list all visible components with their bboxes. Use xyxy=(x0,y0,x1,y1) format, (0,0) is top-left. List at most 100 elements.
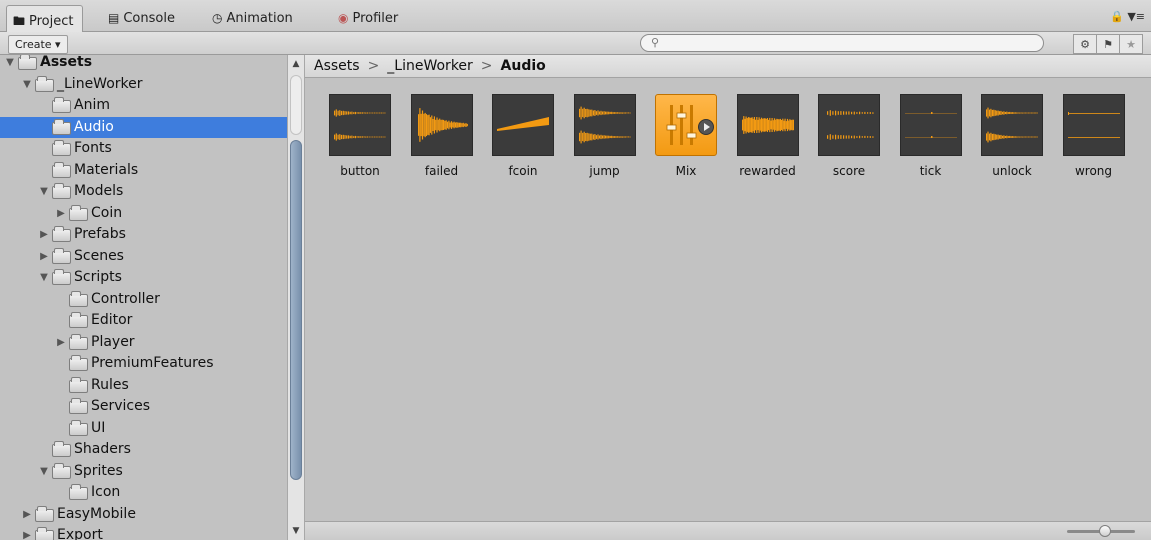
tree-item-shaders[interactable]: Shaders xyxy=(0,439,287,460)
lock-menu-icon[interactable]: 🔒 ▼≡ xyxy=(1110,10,1145,23)
tree-item-services[interactable]: Services xyxy=(0,396,287,417)
folder-icon xyxy=(52,247,71,264)
tree-item-anim[interactable]: Anim xyxy=(0,95,287,116)
folder-icon xyxy=(69,355,88,371)
tree-item-ui[interactable]: UI xyxy=(0,418,287,439)
window-tab-bar: 🖿 Project ▤ Console ◷ Animation ◉ Profiler 🔒… xyxy=(0,0,1151,32)
tree-item-label: Icon xyxy=(91,484,121,500)
tab-project[interactable]: 🖿 Project xyxy=(6,5,83,32)
expand-arrow-open-icon[interactable]: ▼ xyxy=(38,461,50,482)
expand-arrow-closed-icon[interactable]: ▶ xyxy=(38,224,50,245)
asset-tick[interactable]: tick xyxy=(891,94,971,178)
filter-by-type-icon[interactable]: ⚙ xyxy=(1073,34,1097,54)
folder-icon xyxy=(52,441,71,457)
asset-fcoin[interactable]: fcoin xyxy=(483,94,563,178)
breadcrumb-item-lineworker[interactable]: _LineWorker xyxy=(387,58,473,74)
filter-by-label-icon[interactable]: ⚑ xyxy=(1096,34,1120,54)
tree-item-audio[interactable]: Audio xyxy=(0,116,287,138)
tree-item-assets[interactable]: ▼ Assets xyxy=(0,55,287,73)
tree-item-player[interactable]: ▶ Player xyxy=(0,332,287,353)
tree-item-fonts[interactable]: Fonts xyxy=(0,138,287,159)
tree-item-scenes[interactable]: ▶ Scenes xyxy=(0,246,287,267)
audio-waveform-icon xyxy=(329,94,391,156)
audio-waveform-icon xyxy=(736,94,799,156)
folder-icon xyxy=(52,183,71,199)
expand-arrow-closed-icon[interactable]: ▶ xyxy=(55,203,67,224)
folder-icon xyxy=(69,312,88,328)
tree-item-controller[interactable]: Controller xyxy=(0,289,287,310)
tree-item-sprites[interactable]: ▼ Sprites xyxy=(0,461,287,482)
tree-item-scripts[interactable]: ▼ Scripts xyxy=(0,267,287,288)
breadcrumb-item-assets[interactable]: Assets xyxy=(314,58,360,74)
scroll-down-arrow-icon[interactable]: ▼ xyxy=(288,524,304,538)
tree-item-coin[interactable]: ▶ Coin xyxy=(0,203,287,224)
scrollbar-track[interactable] xyxy=(290,75,302,135)
folder-icon xyxy=(69,333,88,350)
scroll-up-arrow-icon[interactable]: ▲ xyxy=(288,57,304,71)
folder-icon xyxy=(52,97,71,113)
expand-arrow-open-icon[interactable]: ▼ xyxy=(4,55,16,73)
tree-item-icon[interactable]: Icon xyxy=(0,482,287,503)
asset-jump[interactable]: jump xyxy=(565,94,645,178)
folder-icon xyxy=(69,398,88,414)
folder-icon xyxy=(52,161,71,178)
tree-item-label: _LineWorker xyxy=(57,75,143,92)
asset-score[interactable]: score xyxy=(809,94,889,178)
tree-item-models[interactable]: ▼ Models xyxy=(0,181,287,202)
tree-item-label: Rules xyxy=(91,376,129,393)
asset-unlock[interactable]: unlock xyxy=(972,94,1052,178)
expand-arrow-open-icon[interactable]: ▼ xyxy=(21,74,33,95)
tree-item-easymobile[interactable]: ▶ EasyMobile xyxy=(0,504,287,525)
expand-arrow-open-icon[interactable]: ▼ xyxy=(38,267,50,288)
scrollbar-thumb[interactable] xyxy=(290,140,302,480)
clock-icon: ◷ xyxy=(212,11,223,25)
folder-icon: 🖿 xyxy=(13,14,26,28)
tree-item-label: Export xyxy=(57,527,103,540)
favorite-star-icon[interactable]: ★ xyxy=(1119,34,1143,54)
tree-item-rules[interactable]: Rules xyxy=(0,375,287,396)
asset-label: fcoin xyxy=(508,164,538,178)
tab-console[interactable]: ▤ Console xyxy=(102,5,183,32)
icon-size-slider-knob[interactable] xyxy=(1099,525,1111,537)
tree-item-export[interactable]: ▶ Export xyxy=(0,525,287,540)
tree-item-label: Prefabs xyxy=(74,226,126,242)
audio-waveform-icon xyxy=(1062,94,1125,156)
search-field[interactable]: ⚲ xyxy=(640,34,1044,52)
create-button[interactable]: Create ▾ xyxy=(8,35,68,54)
tab-console-label: Console xyxy=(123,11,175,26)
tab-profiler[interactable]: ◉ Profiler xyxy=(332,5,406,32)
asset-mix[interactable]: Mix xyxy=(646,94,726,178)
tree-item-prefabs[interactable]: ▶ Prefabs xyxy=(0,224,287,245)
expand-arrow-closed-icon[interactable]: ▶ xyxy=(55,332,67,353)
asset-failed[interactable]: failed xyxy=(402,94,482,178)
tree-item-lineworker[interactable]: ▼ _LineWorker xyxy=(0,74,287,95)
breadcrumb-current[interactable]: Audio xyxy=(501,58,546,74)
folder-icon xyxy=(69,290,88,307)
tree-item-premiumfeatures[interactable]: PremiumFeatures xyxy=(0,353,287,374)
tree-item-label: EasyMobile xyxy=(57,505,136,522)
asset-label: wrong xyxy=(1074,164,1113,178)
tree-item-editor[interactable]: Editor xyxy=(0,310,287,331)
tree-scrollbar[interactable]: ▲ ▼ xyxy=(287,55,305,540)
asset-button[interactable]: button xyxy=(320,94,400,178)
folder-icon xyxy=(35,75,54,92)
asset-label: rewarded xyxy=(739,164,796,178)
tree-item-label: UI xyxy=(91,419,106,436)
expand-arrow-open-icon[interactable]: ▼ xyxy=(38,181,50,202)
expand-arrow-closed-icon[interactable]: ▶ xyxy=(38,246,50,267)
audio-waveform-icon xyxy=(410,94,473,156)
asset-wrong[interactable]: wrong xyxy=(1054,94,1134,178)
tree-item-label: Shaders xyxy=(74,441,131,457)
asset-rewarded[interactable]: rewarded xyxy=(728,94,808,178)
expand-subassets-play-icon[interactable] xyxy=(698,119,714,135)
tree-item-label: Services xyxy=(91,398,151,414)
search-input[interactable] xyxy=(665,36,1039,52)
expand-arrow-closed-icon[interactable]: ▶ xyxy=(21,504,33,525)
folder-icon xyxy=(52,226,71,242)
expand-arrow-closed-icon[interactable]: ▶ xyxy=(21,525,33,540)
tree-item-materials[interactable]: Materials xyxy=(0,160,287,181)
tab-animation[interactable]: ◷ Animation xyxy=(206,5,301,32)
project-toolbar: Create ▾ ⚲ ⚙ ⚑ ★ xyxy=(0,32,1151,55)
tree-item-label: Sprites xyxy=(74,462,123,479)
asset-grid: button failed fcoin jump Mix rewarded score tic… xyxy=(305,78,1151,521)
